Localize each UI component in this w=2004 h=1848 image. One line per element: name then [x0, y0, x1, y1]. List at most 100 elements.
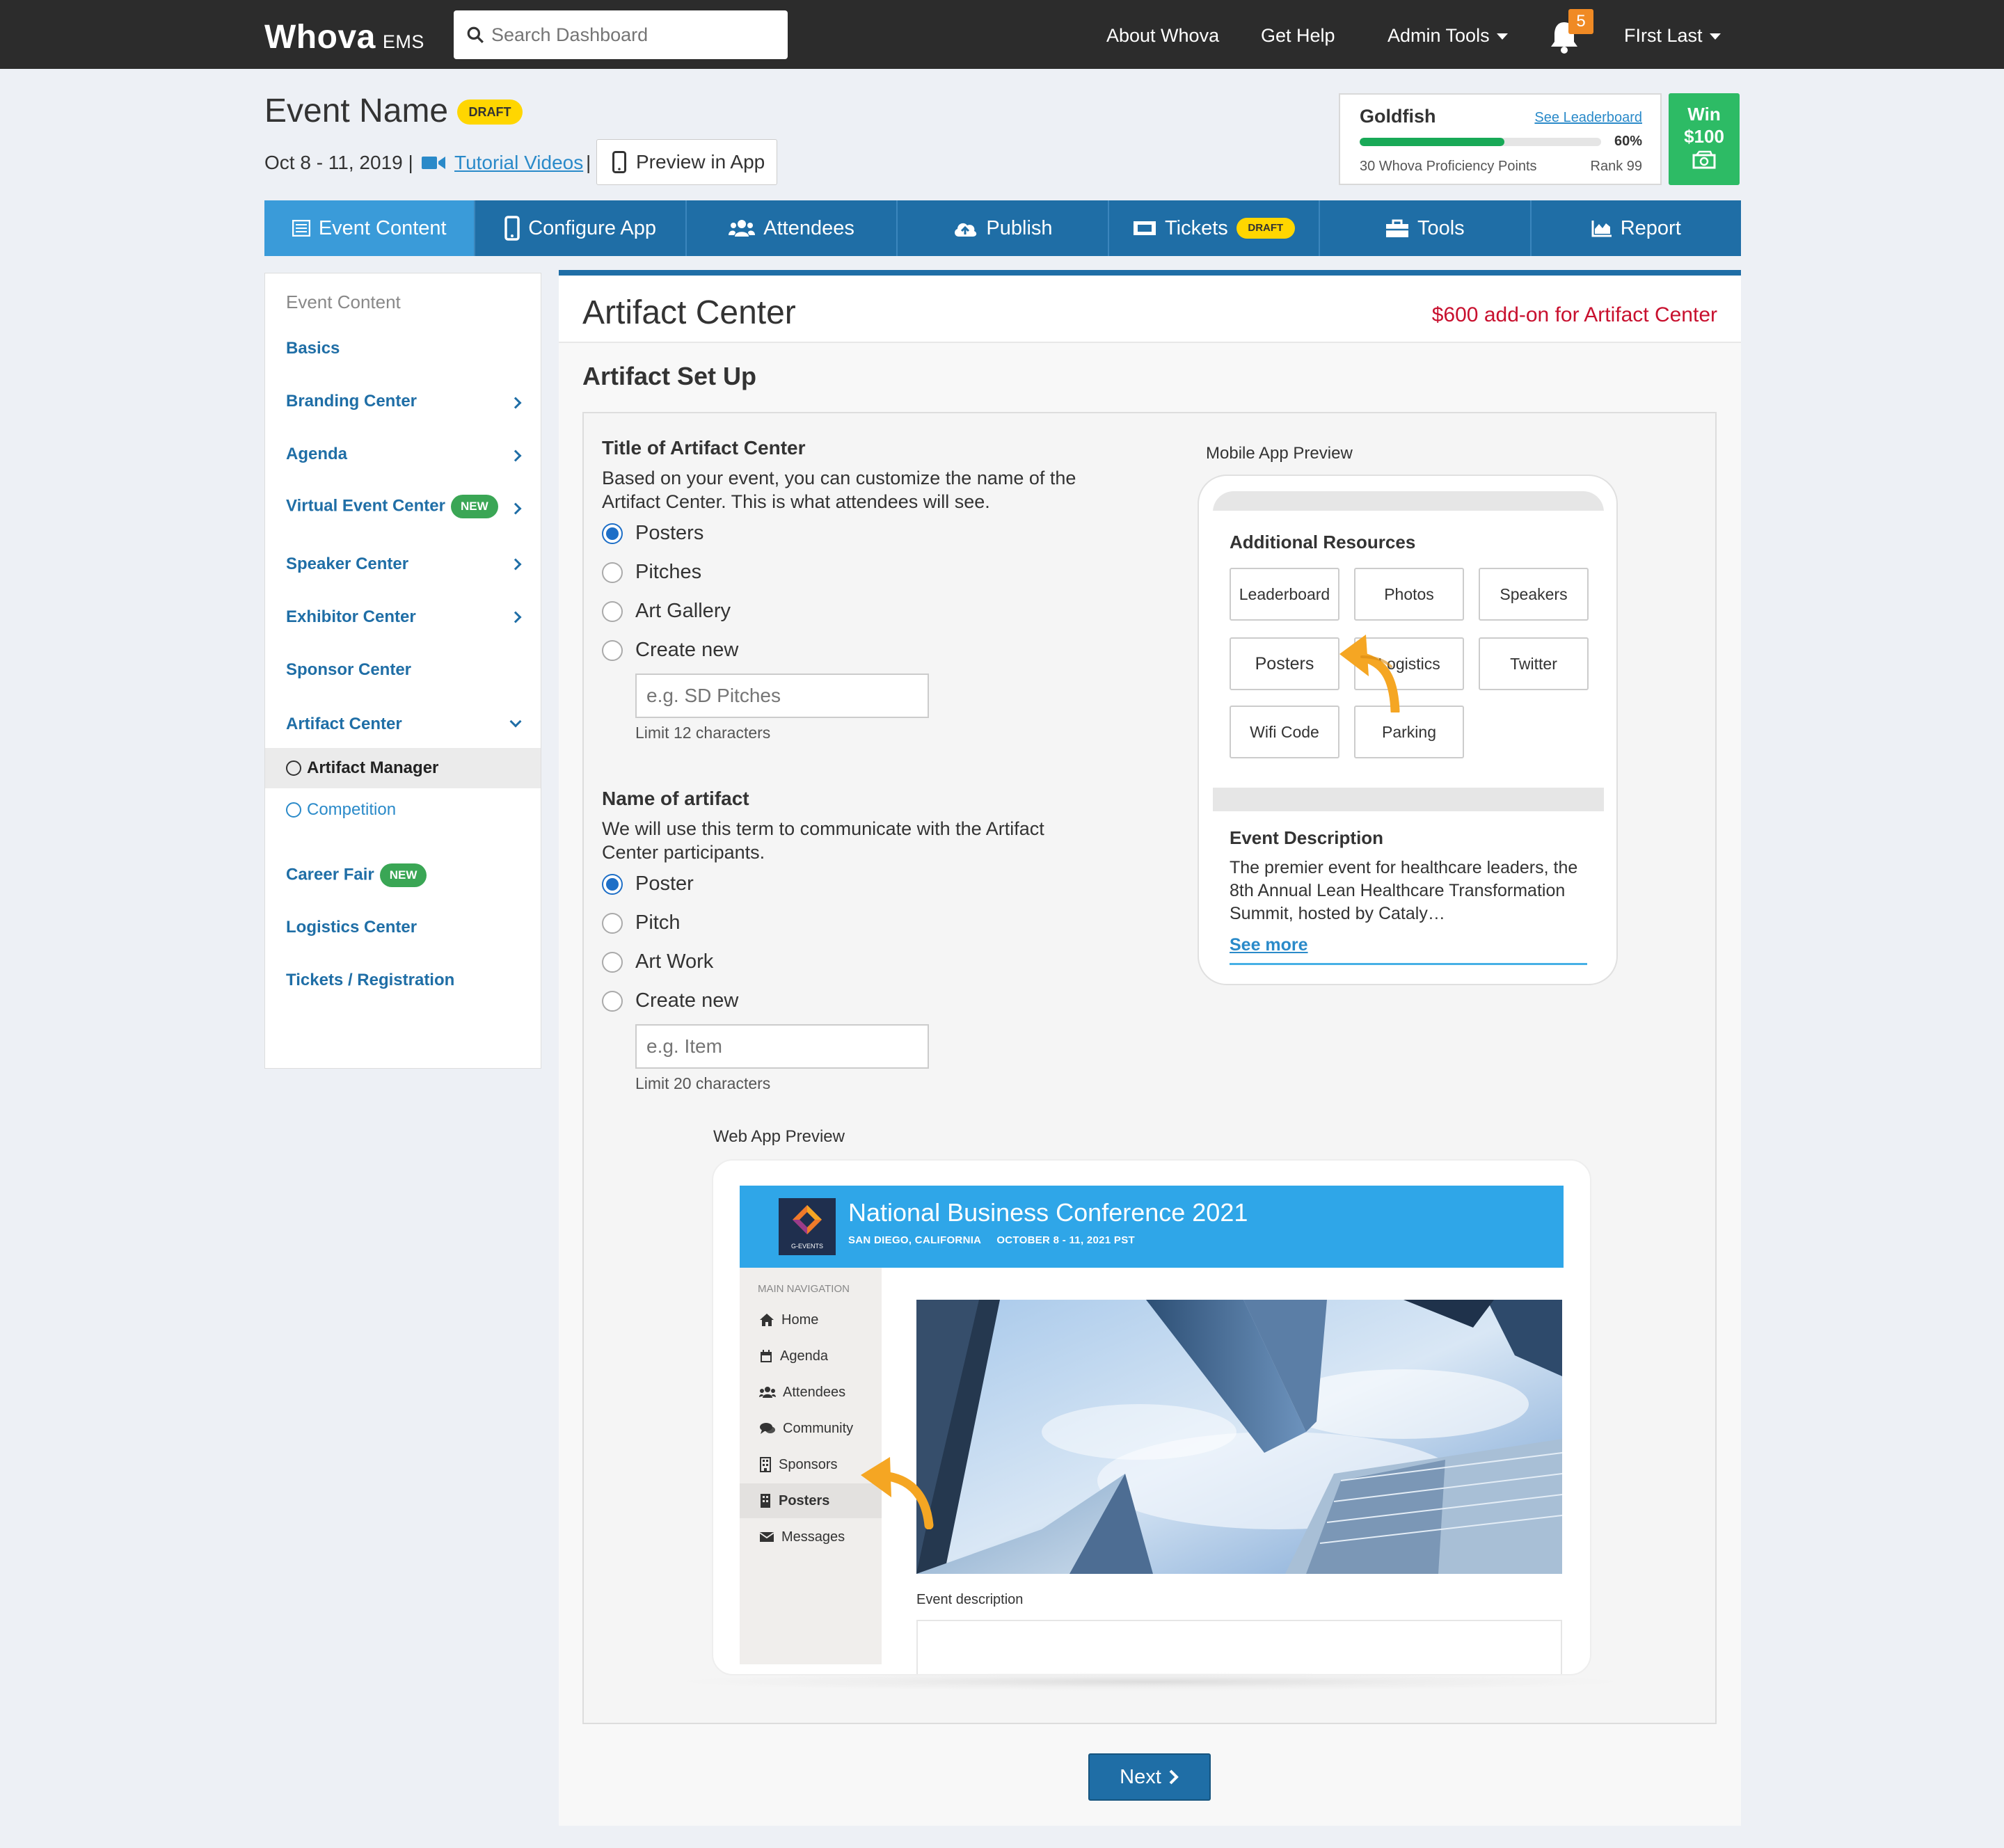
web-event-description-box	[916, 1620, 1562, 1674]
resource-parking: Parking	[1354, 706, 1464, 758]
radio-title-posters[interactable]: Posters	[602, 522, 703, 545]
building-icon	[760, 1457, 771, 1472]
tab-tickets[interactable]: Tickets DRAFT	[1109, 200, 1321, 256]
radio-unchecked[interactable]	[602, 990, 623, 1012]
caret-down-icon	[1709, 33, 1721, 40]
see-leaderboard-link[interactable]: See Leaderboard	[1534, 110, 1642, 126]
radio-name-create-new[interactable]: Create new	[602, 989, 738, 1012]
sidebar-item-virtual-event-center[interactable]: Virtual Event Center NEW	[286, 495, 498, 518]
tab-publish[interactable]: Publish	[898, 200, 1109, 256]
web-nav-label: Sponsors	[779, 1456, 838, 1472]
user-name: FIrst Last	[1624, 25, 1703, 46]
resource-leaderboard: Leaderboard	[1230, 568, 1339, 621]
web-nav-community: Community	[740, 1411, 882, 1446]
tickets-draft-badge: DRAFT	[1236, 218, 1295, 239]
sidebar-item-label: Virtual Event Center	[286, 496, 445, 516]
win-100-button[interactable]: Win $100	[1669, 93, 1740, 185]
sidebar-item-speaker-center[interactable]: Speaker Center	[286, 555, 408, 574]
radio-checked[interactable]	[602, 523, 623, 544]
radio-unchecked[interactable]	[602, 951, 623, 973]
tab-tools[interactable]: Tools	[1320, 200, 1532, 256]
web-app-preview: G-EVENTS National Business Conference 20…	[712, 1159, 1591, 1675]
tutorial-videos-link[interactable]: Tutorial Videos	[454, 152, 583, 174]
new-badge: NEW	[379, 863, 427, 887]
video-camera-icon	[422, 157, 445, 169]
sidebar-item-logistics-center[interactable]: Logistics Center	[286, 918, 417, 937]
web-nav-home: Home	[740, 1303, 882, 1337]
whova-logo[interactable]: Whova EMS	[264, 18, 424, 56]
sidebar-item-basics[interactable]: Basics	[286, 339, 340, 358]
radio-title-create-new[interactable]: Create new	[602, 639, 738, 662]
web-event-description-label: Event description	[916, 1592, 1024, 1607]
resource-speakers: Speakers	[1479, 568, 1589, 621]
radio-label: Art Gallery	[635, 600, 731, 622]
radio-name-art-work[interactable]: Art Work	[602, 950, 713, 973]
event-logo: G-EVENTS	[779, 1198, 836, 1255]
chevron-right-icon[interactable]	[509, 611, 522, 623]
cloud-upload-icon	[955, 223, 977, 237]
sidebar-item-agenda[interactable]: Agenda	[286, 445, 347, 464]
additional-resources-title: Additional Resources	[1230, 532, 1416, 552]
radio-checked[interactable]	[602, 873, 623, 895]
radio-label: Art Work	[635, 950, 714, 973]
sidebar-item-exhibitor-center[interactable]: Exhibitor Center	[286, 607, 416, 627]
radio-unchecked[interactable]	[602, 600, 623, 622]
radio-unchecked[interactable]	[602, 912, 623, 934]
sidebar-item-branding-center[interactable]: Branding Center	[286, 392, 417, 411]
tab-report[interactable]: Report	[1532, 200, 1741, 256]
tab-event-content[interactable]: Event Content	[264, 200, 476, 256]
tab-configure-app[interactable]: Configure App	[475, 200, 687, 256]
preview-in-app-button[interactable]: Preview in App	[596, 139, 777, 185]
circle-icon	[286, 802, 301, 818]
sidebar-heading: Event Content	[286, 292, 401, 312]
chevron-right-icon[interactable]	[509, 502, 522, 515]
sidebar-item-artifact-center[interactable]: Artifact Center	[286, 715, 402, 734]
search-box[interactable]	[454, 10, 788, 59]
proficiency-progress-fill	[1360, 138, 1505, 146]
radio-name-pitch[interactable]: Pitch	[602, 911, 680, 934]
radio-name-poster[interactable]: Poster	[602, 873, 694, 895]
rank-label: Rank 99	[1590, 159, 1643, 174]
home-icon	[760, 1314, 774, 1326]
calendar-icon	[761, 1350, 772, 1362]
get-help-link[interactable]: Get Help	[1261, 25, 1335, 47]
sidebar-item-sponsor-center[interactable]: Sponsor Center	[286, 660, 411, 680]
proficiency-progress-bar	[1360, 138, 1601, 146]
custom-name-input[interactable]	[635, 1024, 929, 1069]
proficiency-points: 30 Whova Proficiency Points	[1360, 159, 1537, 174]
bottom-accent-line	[1230, 963, 1587, 965]
chevron-right-icon[interactable]	[509, 397, 522, 409]
main-tabs: Event Content Configure App Attendees Pu…	[264, 200, 1741, 256]
chevron-right-icon[interactable]	[509, 449, 522, 462]
radio-unchecked[interactable]	[602, 561, 623, 583]
name-field-label: Name of artifact	[602, 788, 749, 809]
highlight-arrow-icon	[861, 1457, 934, 1529]
name-field-description: We will use this term to communicate wit…	[602, 818, 1044, 863]
conference-title: National Business Conference 2021	[848, 1198, 1248, 1227]
tab-attendees[interactable]: Attendees	[687, 200, 898, 256]
user-menu[interactable]: FIrst Last	[1624, 25, 1721, 47]
radio-unchecked[interactable]	[602, 639, 623, 661]
web-nav-attendees: Attendees	[740, 1375, 882, 1410]
sidebar-subitem-competition[interactable]: Competition	[265, 790, 541, 830]
page-title: Artifact Center	[582, 294, 796, 331]
sidebar-item-career-fair[interactable]: Career Fair NEW	[286, 863, 427, 887]
custom-title-input[interactable]	[635, 674, 929, 718]
search-input[interactable]	[491, 24, 784, 46]
about-whova-link[interactable]: About Whova	[1106, 25, 1219, 47]
separator: |	[586, 152, 591, 173]
logo-text: G-EVENTS	[791, 1243, 823, 1250]
next-button[interactable]: Next	[1088, 1753, 1211, 1801]
tab-label: Tools	[1417, 216, 1465, 239]
chevron-right-icon[interactable]	[509, 558, 522, 571]
radio-label: Pitches	[635, 561, 702, 583]
admin-tools-menu[interactable]: Admin Tools	[1387, 25, 1508, 47]
radio-title-art-gallery[interactable]: Art Gallery	[602, 600, 731, 623]
sidebar-item-tickets-registration[interactable]: Tickets / Registration	[286, 971, 454, 990]
radio-title-pitches[interactable]: Pitches	[602, 561, 701, 584]
event-name: Event Name	[264, 93, 449, 129]
sidebar-subitem-artifact-manager[interactable]: Artifact Manager	[265, 748, 541, 788]
leaderboard-card: Goldfish See Leaderboard 60% 30 Whova Pr…	[1339, 93, 1662, 185]
chevron-down-icon[interactable]	[509, 715, 522, 728]
leaderboard-tier: Goldfish	[1360, 106, 1436, 127]
